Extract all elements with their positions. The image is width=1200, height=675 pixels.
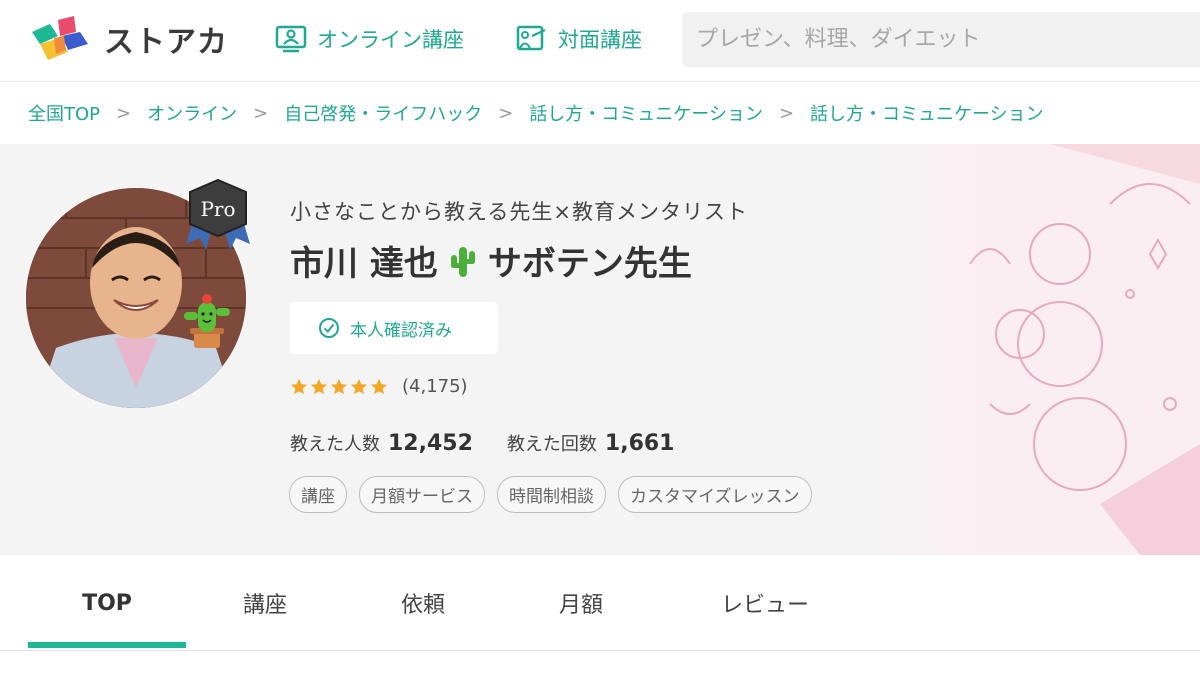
tab-courses[interactable]: 講座 bbox=[186, 555, 344, 651]
star-icon bbox=[330, 378, 348, 394]
star-icon bbox=[370, 378, 388, 394]
teaching-stats: 教えた人数 12,452 教えた回数 1,661 bbox=[290, 430, 701, 456]
breadcrumb-separator: > bbox=[778, 102, 795, 124]
breadcrumb-separator: > bbox=[498, 102, 514, 124]
breadcrumb-item-self-improvement[interactable]: 自己啓発・ライフハック bbox=[284, 100, 482, 126]
teacher-profile: Pro 小さなことから教える先生×教育メンタリスト 市川 達也 サボテン先生 本… bbox=[0, 144, 1200, 555]
pro-badge-icon: Pro bbox=[186, 178, 250, 250]
breadcrumb-separator: > bbox=[116, 102, 132, 124]
rating[interactable]: (4,175) bbox=[290, 376, 468, 397]
breadcrumb-separator: > bbox=[253, 102, 269, 124]
check-circle-icon bbox=[319, 318, 339, 338]
monitor-person-icon bbox=[275, 25, 307, 53]
star-icon bbox=[350, 378, 368, 394]
logo-text: ストアカ bbox=[104, 25, 228, 60]
teacher-name-primary: 市川 達也 bbox=[290, 244, 438, 284]
tag-courses[interactable]: 講座 bbox=[289, 476, 347, 513]
sessions-value: 1,661 bbox=[604, 431, 675, 456]
tab-reviews[interactable]: レビュー bbox=[660, 555, 870, 651]
breadcrumb: 全国TOP > オンライン > 自己啓発・ライフハック > 話し方・コミュニケー… bbox=[0, 82, 1200, 144]
search-box[interactable] bbox=[682, 12, 1200, 67]
tab-top[interactable]: TOP bbox=[28, 555, 186, 651]
tag-monthly-service[interactable]: 月額サービス bbox=[359, 476, 485, 513]
logo-mark-icon bbox=[32, 16, 88, 60]
tag-hourly-consultation[interactable]: 時間制相談 bbox=[497, 476, 606, 513]
teacher-tagline: 小さなことから教える先生×教育メンタリスト bbox=[290, 200, 748, 224]
service-tags: 講座 月額サービス 時間制相談 カスタマイズレッスン bbox=[289, 476, 812, 513]
active-tab-indicator bbox=[28, 642, 186, 648]
cactus-mascot-icon bbox=[184, 294, 230, 348]
breadcrumb-item-communication[interactable]: 話し方・コミュニケーション bbox=[529, 100, 763, 126]
tag-custom-lesson[interactable]: カスタマイズレッスン bbox=[618, 476, 812, 513]
tab-monthly[interactable]: 月額 bbox=[502, 555, 660, 651]
nav-online-label: オンライン講座 bbox=[317, 28, 464, 52]
teacher-name: 市川 達也 サボテン先生 bbox=[290, 236, 692, 285]
identity-verified-badge: 本人確認済み bbox=[290, 302, 498, 354]
decorative-illustration bbox=[870, 144, 1200, 555]
breadcrumb-item-online[interactable]: オンライン bbox=[147, 100, 237, 126]
whiteboard-icon bbox=[516, 25, 546, 51]
cactus-emoji-icon bbox=[450, 246, 475, 277]
star-icon bbox=[290, 378, 308, 394]
students-value: 12,452 bbox=[388, 431, 473, 456]
site-header: ストアカ オンライン講座 対面講座 bbox=[0, 0, 1200, 82]
nav-online-courses[interactable]: オンライン講座 bbox=[275, 24, 464, 54]
pro-badge-label: Pro bbox=[200, 197, 235, 221]
teacher-name-nickname: サボテン先生 bbox=[487, 244, 692, 284]
profile-tabs: TOP 講座 依頼 月額 レビュー bbox=[0, 555, 1200, 651]
breadcrumb-item-communication-current[interactable]: 話し方・コミュニケーション bbox=[810, 100, 1044, 126]
nav-inperson-label: 対面講座 bbox=[558, 28, 642, 52]
nav-inperson-courses[interactable]: 対面講座 bbox=[516, 24, 642, 54]
tab-requests[interactable]: 依頼 bbox=[344, 555, 502, 651]
review-count: (4,175) bbox=[402, 376, 468, 397]
search-input[interactable] bbox=[696, 27, 1198, 52]
star-icon bbox=[310, 378, 328, 394]
sessions-label: 教えた回数 bbox=[506, 434, 597, 455]
rating-stars bbox=[290, 378, 388, 396]
students-label: 教えた人数 bbox=[290, 434, 380, 455]
breadcrumb-item-top[interactable]: 全国TOP bbox=[28, 100, 100, 126]
verified-label: 本人確認済み bbox=[350, 320, 452, 341]
site-logo[interactable]: ストアカ bbox=[28, 14, 228, 64]
